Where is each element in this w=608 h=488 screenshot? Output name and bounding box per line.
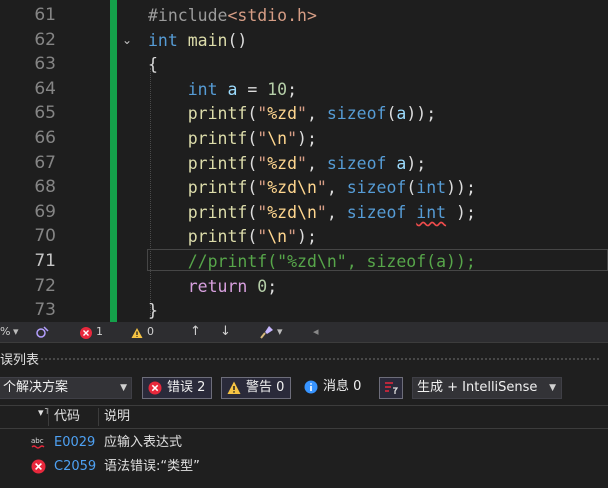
error-code[interactable]: E0029 (54, 431, 95, 454)
code-text[interactable]: //printf("%zd\n", sizeof(a)); (148, 249, 476, 274)
error-list-panel: 误列表 个解决方案 ▼ 错误 2 警告 0 消息 0 生成 + IntelliS… (0, 342, 608, 488)
code-line[interactable]: 64 int a = 10; (0, 77, 608, 102)
spell-check-icon: abc (31, 437, 45, 449)
error-code[interactable]: C2059 (54, 455, 96, 478)
build-source-dropdown[interactable]: 生成 + IntelliSense ▼ (412, 377, 562, 399)
line-number: 72 (34, 275, 56, 296)
zoom-dropdown-icon[interactable]: ▾ (13, 322, 19, 342)
line-number: 71 (34, 251, 56, 271)
code-text[interactable]: printf("%zd\n", sizeof int ); (148, 200, 476, 225)
line-number: 61 (34, 5, 56, 25)
line-number: 69 (34, 201, 56, 222)
code-line[interactable]: 61 #include<stdio.h> (0, 3, 608, 28)
panel-grip[interactable] (40, 357, 600, 361)
line-number: 66 (34, 128, 56, 148)
code-text[interactable]: printf("\n"); (148, 126, 317, 151)
code-line[interactable]: 67 printf("%zd", sizeof a); (0, 151, 608, 176)
line-number: 62 (34, 29, 56, 50)
error-list-row[interactable]: abc E0029 应输入表达式 (0, 431, 608, 454)
error-count[interactable]: 1 (96, 322, 103, 342)
code-text[interactable]: return 0; (148, 274, 277, 299)
warnings-filter-label: 警告 0 (246, 380, 285, 395)
code-line[interactable]: 70 printf("\n"); (0, 224, 608, 249)
warnings-filter-button[interactable]: 警告 0 (221, 377, 292, 399)
zoom-level[interactable]: % (0, 322, 10, 342)
scroll-left-icon[interactable]: ◂ (313, 322, 319, 342)
errors-filter-button[interactable]: 错误 2 (142, 377, 213, 399)
line-number: 73 (34, 300, 56, 321)
column-separator[interactable] (98, 408, 99, 426)
chevron-down-icon: ▼ (120, 383, 127, 393)
column-header-code[interactable]: 代码 (54, 406, 80, 428)
line-number: 63 (34, 54, 56, 75)
code-text[interactable]: int a = 10; (148, 77, 297, 102)
errors-filter-label: 错误 2 (167, 380, 206, 395)
code-line[interactable]: 73} (0, 298, 608, 322)
code-line[interactable]: 69 printf("%zd\n", sizeof int ); (0, 200, 608, 225)
error-description[interactable]: 应输入表达式 (104, 431, 182, 454)
line-number: 68 (34, 177, 56, 198)
scope-dropdown[interactable]: 个解决方案 ▼ (0, 377, 132, 399)
chevron-down-icon: ▼ (549, 383, 556, 393)
info-icon (304, 380, 318, 394)
error-description[interactable]: 语法错误:“类型” (104, 455, 200, 478)
editor-status-bar: % ▾ 1 0 ↑ ↓ ▾ ◂ (0, 322, 608, 342)
code-line[interactable]: 63 { (0, 52, 608, 77)
line-number: 67 (34, 152, 56, 173)
scope-value: 个解决方案 (3, 380, 69, 395)
column-header-description[interactable]: 说明 (104, 406, 130, 428)
warning-icon (227, 381, 241, 394)
line-number: 64 (34, 78, 56, 99)
error-list-row[interactable]: C2059 语法错误:“类型” (0, 455, 608, 478)
line-number: 65 (34, 103, 56, 124)
code-text[interactable]: printf("\n"); (148, 224, 317, 249)
code-line[interactable]: 66 printf("\n"); (0, 126, 608, 151)
next-issue-icon[interactable]: ↓ (220, 322, 231, 342)
error-icon (148, 381, 162, 395)
column-separator[interactable] (48, 408, 49, 426)
code-text[interactable]: printf("%zd", sizeof a); (148, 151, 426, 176)
code-text[interactable]: int main() (148, 28, 247, 53)
sort-icon[interactable]: ▾ (38, 402, 44, 424)
fold-chevron-icon[interactable]: ⌄ (120, 28, 134, 53)
messages-filter-button[interactable]: 消息 0 (299, 377, 367, 399)
panel-title: 误列表 (0, 353, 40, 368)
filter-toggle-button[interactable] (379, 377, 403, 399)
line-number: 70 (34, 226, 56, 247)
code-line[interactable]: 65 printf("%zd", sizeof(a)); (0, 101, 608, 126)
error-icon (31, 459, 46, 474)
previous-issue-icon[interactable]: ↑ (190, 322, 201, 342)
code-line[interactable]: 62 ⌄ int main() (0, 28, 608, 53)
code-text[interactable]: } (148, 298, 158, 322)
svg-text:abc: abc (31, 437, 44, 445)
error-list-toolbar: 个解决方案 ▼ 错误 2 警告 0 消息 0 生成 + IntelliSense… (0, 377, 608, 403)
code-line[interactable]: 72 return 0; (0, 274, 608, 299)
code-text[interactable]: printf("%zd", sizeof(a)); (148, 101, 436, 126)
code-line[interactable]: 71 //printf("%zd\n", sizeof(a)); (0, 249, 608, 274)
cleanup-dropdown-icon[interactable]: ▾ (277, 322, 283, 342)
code-editor[interactable]: 61 #include<stdio.h> 62 ⌄ int main() 63 {64 in… (0, 0, 608, 322)
filter-icon (385, 382, 398, 394)
messages-filter-label: 消息 0 (323, 379, 362, 394)
warning-count[interactable]: 0 (147, 322, 154, 342)
code-text[interactable]: { (148, 52, 158, 77)
code-line[interactable]: 68 printf("%zd\n", sizeof(int)); (0, 175, 608, 200)
build-source-value: 生成 + IntelliSense (417, 380, 538, 395)
error-list-header: ▾ ˥ 代码 说明 (0, 405, 608, 429)
code-text[interactable]: printf("%zd\n", sizeof(int)); (148, 175, 476, 200)
code-text[interactable]: #include<stdio.h> (148, 3, 317, 28)
